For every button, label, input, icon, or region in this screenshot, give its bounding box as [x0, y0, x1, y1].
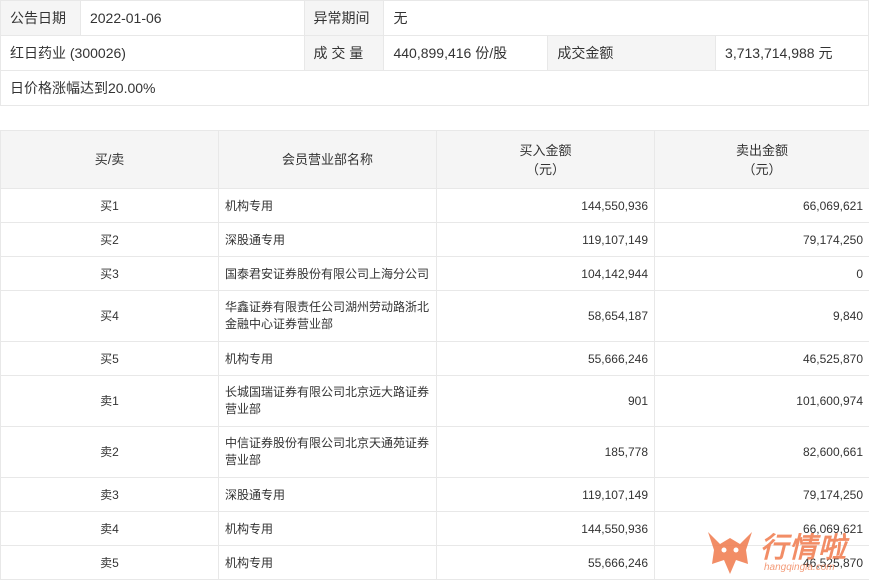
- row-side: 卖5: [0, 545, 219, 580]
- row-side: 卖2: [0, 426, 219, 478]
- row-sell-amount: 46,525,870: [654, 545, 869, 580]
- table-row: 买2 深股通专用 119,107,149 79,174,250: [0, 222, 869, 257]
- row-sell-amount: 101,600,974: [654, 375, 869, 427]
- row-side: 买5: [0, 341, 219, 376]
- row-sell-amount: 66,069,621: [654, 188, 869, 223]
- announce-date-value: 2022-01-06: [79, 0, 305, 36]
- row-sell-amount: 0: [654, 256, 869, 291]
- row-broker: 深股通专用: [218, 477, 437, 512]
- row-buy-amount: 119,107,149: [436, 222, 655, 257]
- row-buy-amount: 104,142,944: [436, 256, 655, 291]
- table-row: 买4 华鑫证券有限责任公司湖州劳动路浙北金融中心证券营业部 58,654,187…: [0, 290, 869, 342]
- row-side: 卖4: [0, 511, 219, 546]
- volume-label: 成 交 量: [303, 35, 385, 71]
- row-buy-amount: 901: [436, 375, 655, 427]
- row-sell-amount: 46,525,870: [654, 341, 869, 376]
- row-broker: 机构专用: [218, 545, 437, 580]
- row-sell-amount: 79,174,250: [654, 222, 869, 257]
- row-broker: 长城国瑞证券有限公司北京远大路证券营业部: [218, 375, 437, 427]
- row-side: 买1: [0, 188, 219, 223]
- row-side: 买4: [0, 290, 219, 342]
- row-side: 卖1: [0, 375, 219, 427]
- row-broker: 机构专用: [218, 341, 437, 376]
- broker-trading-table: 买/卖 会员营业部名称 买入金额 （元） 卖出金额 （元） 买1 机构专用 14…: [0, 130, 869, 580]
- info-row-date: 公告日期 2022-01-06 异常期间 无: [0, 0, 869, 36]
- announce-date-label: 公告日期: [0, 0, 81, 36]
- stock-name: 红日药业 (300026): [0, 35, 305, 71]
- header-buy-label: 买入金额: [519, 142, 572, 158]
- row-buy-amount: 144,550,936: [436, 511, 655, 546]
- row-sell-amount: 79,174,250: [654, 477, 869, 512]
- row-sell-amount: 9,840: [654, 290, 869, 342]
- row-broker: 机构专用: [218, 511, 437, 546]
- table-row: 卖4 机构专用 144,550,936 66,069,621: [0, 511, 869, 546]
- header-sell-unit: （元）: [742, 161, 782, 177]
- abnormal-period-label: 异常期间: [303, 0, 385, 36]
- row-sell-amount: 82,600,661: [654, 426, 869, 478]
- info-row-reason: 日价格涨幅达到20.00%: [0, 70, 869, 106]
- header-side: 买/卖: [0, 130, 219, 189]
- row-side: 卖3: [0, 477, 219, 512]
- table-row: 卖5 机构专用 55,666,246 46,525,870: [0, 545, 869, 580]
- table-row: 卖3 深股通专用 119,107,149 79,174,250: [0, 477, 869, 512]
- row-buy-amount: 144,550,936: [436, 188, 655, 223]
- row-broker: 机构专用: [218, 188, 437, 223]
- table-row: 买5 机构专用 55,666,246 46,525,870: [0, 341, 869, 376]
- header-buy-unit: （元）: [525, 161, 565, 177]
- table-row: 买3 国泰君安证券股份有限公司上海分公司 104,142,944 0: [0, 256, 869, 291]
- table-row: 卖2 中信证券股份有限公司北京天通苑证券营业部 185,778 82,600,6…: [0, 426, 869, 478]
- row-broker: 深股通专用: [218, 222, 437, 257]
- row-sell-amount: 66,069,621: [654, 511, 869, 546]
- row-buy-amount: 58,654,187: [436, 290, 655, 342]
- header-buy-amount: 买入金额 （元）: [436, 130, 655, 189]
- header-sell-label: 卖出金额: [735, 142, 788, 158]
- row-buy-amount: 55,666,246: [436, 545, 655, 580]
- table-row: 卖1 长城国瑞证券有限公司北京远大路证券营业部 901 101,600,974: [0, 375, 869, 427]
- header-sell-amount: 卖出金额 （元）: [654, 130, 869, 189]
- row-buy-amount: 119,107,149: [436, 477, 655, 512]
- row-buy-amount: 55,666,246: [436, 341, 655, 376]
- turnover-value: 3,713,714,988 元: [715, 35, 869, 71]
- info-row-trade: 红日药业 (300026) 成 交 量 440,899,416 份/股 成交金额…: [0, 35, 869, 71]
- row-side: 买3: [0, 256, 219, 291]
- table-header-row: 买/卖 会员营业部名称 买入金额 （元） 卖出金额 （元）: [0, 130, 869, 189]
- abnormal-period-value: 无: [383, 0, 869, 36]
- row-broker: 国泰君安证券股份有限公司上海分公司: [218, 256, 437, 291]
- volume-value: 440,899,416 份/股: [383, 35, 549, 71]
- listing-reason: 日价格涨幅达到20.00%: [0, 70, 869, 106]
- row-broker: 中信证券股份有限公司北京天通苑证券营业部: [218, 426, 437, 478]
- stock-info-table: 公告日期 2022-01-06 异常期间 无 红日药业 (300026) 成 交…: [0, 0, 869, 106]
- row-broker: 华鑫证券有限责任公司湖州劳动路浙北金融中心证券营业部: [218, 290, 437, 342]
- row-buy-amount: 185,778: [436, 426, 655, 478]
- header-broker: 会员营业部名称: [218, 130, 437, 189]
- row-side: 买2: [0, 222, 219, 257]
- turnover-label: 成交金额: [547, 35, 717, 71]
- table-row: 买1 机构专用 144,550,936 66,069,621: [0, 188, 869, 223]
